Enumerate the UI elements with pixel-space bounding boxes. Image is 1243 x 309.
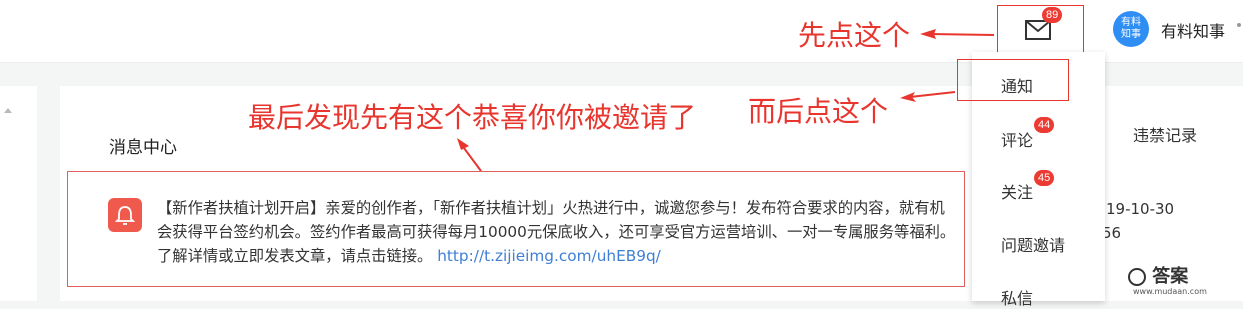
dropdown-item-notify[interactable]: 通知 xyxy=(1001,73,1033,97)
annotation-finally-found: 最后发现先有这个恭喜你你被邀请了 xyxy=(248,101,697,134)
notice-message[interactable]: 【新作者扶植计划开启】亲爱的创作者，「新作者扶植计划」火热进行中，诚邀您参与！发… xyxy=(157,196,957,268)
comments-badge: 44 xyxy=(1034,117,1055,133)
avatar-text-line1: 有料 xyxy=(1121,17,1141,28)
arrow-to-notify xyxy=(900,91,956,102)
page-title: 消息中心 xyxy=(109,138,177,158)
annotation-then-click: 而后点这个 xyxy=(748,95,889,128)
follows-badge: 45 xyxy=(1034,170,1055,186)
mail-icon[interactable] xyxy=(1025,20,1051,44)
watermark-url: www.mudaan.com xyxy=(1133,287,1207,296)
scroll-up-icon[interactable] xyxy=(4,108,12,113)
watermark-brand: 答案 xyxy=(1128,262,1188,288)
dropdown-item-comments[interactable]: 评论 xyxy=(1001,127,1033,151)
left-panel xyxy=(0,86,37,301)
annotation-first-click: 先点这个 xyxy=(798,19,911,52)
arrow-to-mail-icon xyxy=(920,29,995,39)
avatar[interactable]: 有料 知事 xyxy=(1113,11,1149,47)
bell-icon xyxy=(108,198,142,232)
username[interactable]: 有料知事 xyxy=(1161,18,1225,42)
dropdown-item-follows[interactable]: 关注 xyxy=(1001,179,1033,203)
dropdown-item-messages[interactable]: 私信 xyxy=(1001,285,1033,309)
chevron-down-icon[interactable] xyxy=(1237,23,1241,27)
avatar-text-line2: 知事 xyxy=(1121,29,1141,40)
dropdown-item-question-invites[interactable]: 问题邀请 xyxy=(1001,232,1065,256)
mail-badge: 89 xyxy=(1042,7,1063,23)
arrow-to-notice xyxy=(457,138,482,172)
notice-link[interactable]: http://t.zijieimg.com/uhEB9q/ xyxy=(437,247,661,265)
watermark-logo-icon xyxy=(1128,268,1146,286)
tab-violation-records[interactable]: 违禁记录 xyxy=(1133,122,1197,146)
message-date: 19-10-30 xyxy=(1106,200,1175,218)
